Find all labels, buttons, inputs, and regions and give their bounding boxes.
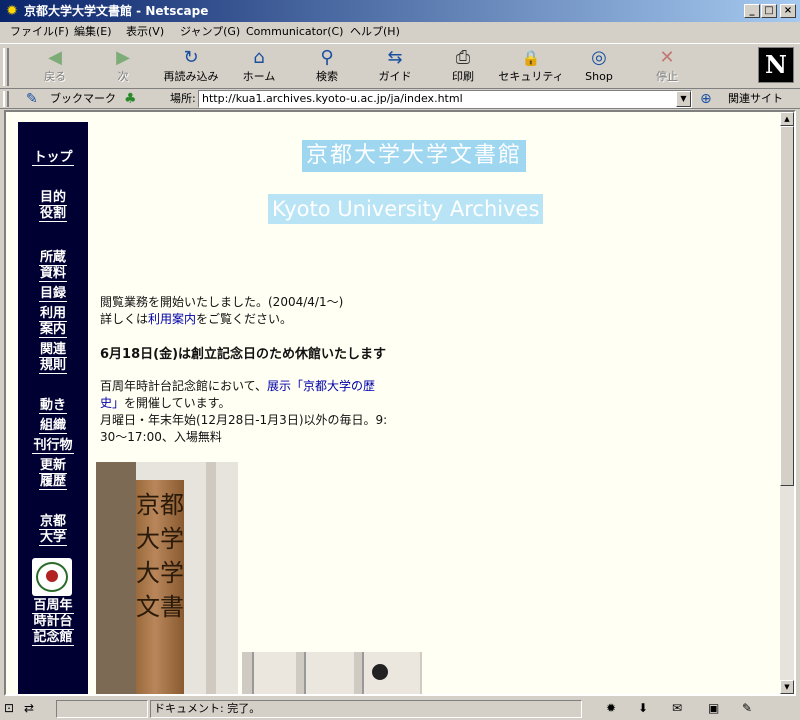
- scroll-thumb[interactable]: [780, 126, 794, 486]
- back-arrow-icon: ◀: [48, 47, 62, 68]
- component-navigator-icon[interactable]: ✹: [606, 701, 616, 715]
- side-navigation: トップ 目的 役割 所蔵 資料 目録 利用 案内 関連 規則 動き 組織 刊行物 更新履…: [18, 122, 88, 694]
- page-title-ja: 京都大学大学文書館: [302, 140, 527, 172]
- home-icon: ⌂: [253, 47, 265, 68]
- navigation-toolbar: ◀ 戻る ▶ 次 ↻ 再読み込み ⌂ ホーム ⚲ 検索 ⇆ ガイド ⎙ 印刷 🔒…: [0, 43, 800, 89]
- nav-activities[interactable]: 動き: [18, 398, 88, 414]
- netscape-app-icon: ✹: [6, 3, 18, 19]
- photo-pole: [206, 462, 216, 694]
- nav-publications[interactable]: 刊行物: [18, 438, 88, 454]
- title-bar[interactable]: ✹ 京都大学大学文書館 - Netscape _ □ ×: [0, 0, 800, 22]
- progress-cell: [56, 700, 148, 718]
- home-button[interactable]: ⌂ ホーム: [226, 48, 292, 86]
- mail-icon[interactable]: ✉: [672, 701, 682, 715]
- vertical-scrollbar[interactable]: ▲ ▼: [780, 112, 794, 694]
- download-icon[interactable]: ⬇: [638, 701, 648, 715]
- status-bar: ⊡ ⇄ ドキュメント: 完了。 ✹ ⬇ ✉ ▣ ✎: [0, 698, 800, 720]
- reload-button[interactable]: ↻ 再読み込み: [158, 48, 224, 86]
- wooden-signboard: 京都大学大学文書: [136, 480, 184, 694]
- security-button[interactable]: 🔒 セキュリティ: [498, 48, 564, 86]
- web-page: トップ 目的 役割 所蔵 資料 目録 利用 案内 関連 規則 動き 組織 刊行物 更新履…: [6, 112, 780, 694]
- stop-icon: ✕: [659, 47, 675, 68]
- usage-guide-link[interactable]: 利用案内: [148, 312, 196, 326]
- nav-catalog[interactable]: 目録: [18, 286, 88, 302]
- maximize-button[interactable]: □: [761, 4, 777, 18]
- related-sites-button[interactable]: 関連サイト: [728, 92, 783, 106]
- status-text: ドキュメント: 完了。: [154, 702, 261, 715]
- stop-button[interactable]: ✕ 停止: [634, 48, 700, 86]
- menu-go[interactable]: ジャンプ(G): [180, 25, 240, 39]
- url-dropdown-button[interactable]: ▼: [676, 91, 691, 107]
- menu-help[interactable]: ヘルプ(H): [350, 25, 400, 39]
- print-icon: ⎙: [455, 47, 471, 68]
- menu-file[interactable]: ファイル(F): [10, 25, 69, 39]
- signboard-photo: 京都大学大学文書: [96, 462, 238, 694]
- window-title: 京都大学大学文書館 - Netscape: [24, 4, 209, 18]
- lock-icon: 🔒: [521, 49, 541, 67]
- content-viewport: トップ 目的 役割 所蔵 資料 目録 利用 案内 関連 規則 動き 組織 刊行物 更新履…: [4, 110, 796, 696]
- nav-top[interactable]: トップ: [18, 150, 88, 166]
- shop-icon: ◎: [591, 47, 607, 68]
- menu-edit[interactable]: 編集(E): [74, 25, 112, 39]
- closure-notice: 6月18日(金)は創立記念日のため休館いたします: [100, 347, 387, 362]
- bookmarks-button[interactable]: ブックマーク: [50, 92, 116, 106]
- location-label: 場所:: [170, 92, 196, 105]
- back-button[interactable]: ◀ 戻る: [22, 48, 88, 86]
- shelf-unit: [304, 652, 354, 694]
- clocktower-emblem[interactable]: [32, 558, 72, 596]
- bookmark-icon[interactable]: ✎: [26, 91, 38, 107]
- connection-icon[interactable]: ⇄: [24, 701, 34, 715]
- notice-paragraph: 閲覧業務を開始いたしました。(2004/4/1～) 詳しくは利用案内をご覧くださ…: [100, 295, 344, 326]
- nav-kyoto-university[interactable]: 京都 大学: [18, 514, 88, 546]
- nav-regulations[interactable]: 関連 規則: [18, 342, 88, 374]
- netscape-logo[interactable]: N: [758, 47, 794, 83]
- archive-shelves-photo: [242, 652, 422, 694]
- emblem-center: [46, 570, 58, 582]
- search-button[interactable]: ⚲ 検索: [294, 48, 360, 86]
- minimize-button[interactable]: _: [744, 4, 760, 18]
- shelf-unit: [252, 652, 296, 694]
- url-text[interactable]: http://kua1.archives.kyoto-u.ac.jp/ja/in…: [202, 92, 463, 105]
- nav-purpose[interactable]: 目的 役割: [18, 190, 88, 222]
- scroll-down-button[interactable]: ▼: [780, 680, 794, 694]
- menu-bar: ファイル(F) 編集(E) 表示(V) ジャンプ(G) Communicator…: [0, 22, 800, 42]
- edit-icon[interactable]: ✎: [742, 701, 752, 715]
- guide-icon: ⇆: [387, 47, 403, 68]
- composer-icon[interactable]: ▣: [708, 701, 719, 715]
- related-sites-icon[interactable]: ⊕: [700, 91, 712, 107]
- location-grip[interactable]: [3, 91, 9, 107]
- print-button[interactable]: ⎙ 印刷: [430, 48, 496, 86]
- scroll-up-button[interactable]: ▲: [780, 112, 794, 126]
- menu-view[interactable]: 表示(V): [126, 25, 164, 39]
- shop-button[interactable]: ◎ Shop: [566, 48, 632, 86]
- nav-usage-guide[interactable]: 利用 案内: [18, 306, 88, 338]
- guide-button[interactable]: ⇆ ガイド: [362, 48, 428, 86]
- page-title-en: Kyoto University Archives: [268, 194, 544, 224]
- forward-button[interactable]: ▶ 次: [90, 48, 156, 86]
- menu-communicator[interactable]: Communicator(C): [246, 25, 343, 39]
- forward-arrow-icon: ▶: [116, 47, 130, 68]
- security-status-icon[interactable]: ⊡: [4, 701, 14, 715]
- nav-organization[interactable]: 組織: [18, 418, 88, 434]
- close-button[interactable]: ×: [780, 4, 796, 18]
- url-input[interactable]: http://kua1.archives.kyoto-u.ac.jp/ja/in…: [198, 90, 692, 108]
- toolbar-grip[interactable]: [3, 48, 9, 86]
- nav-update-history[interactable]: 更新 履歴: [18, 458, 88, 490]
- signboard-text: 京都大学大学文書: [136, 491, 184, 621]
- page-proxy-icon[interactable]: ♣: [124, 91, 137, 107]
- shelf-mark: [372, 664, 388, 680]
- photo-wall: [96, 462, 136, 694]
- search-icon: ⚲: [320, 47, 334, 68]
- nav-clocktower[interactable]: 百周年 時計台 記念館: [18, 598, 88, 646]
- exhibit-paragraph: 百周年時計台記念館において、展示「京都大学の歴 史」を開催しています。 月曜日・年…: [100, 379, 388, 444]
- reload-icon: ↻: [183, 47, 199, 68]
- nav-collections[interactable]: 所蔵 資料: [18, 250, 88, 282]
- location-bar: ✎ ブックマーク ♣ 場所: http://kua1.archives.kyot…: [0, 89, 800, 109]
- shelf-unit: [362, 652, 420, 694]
